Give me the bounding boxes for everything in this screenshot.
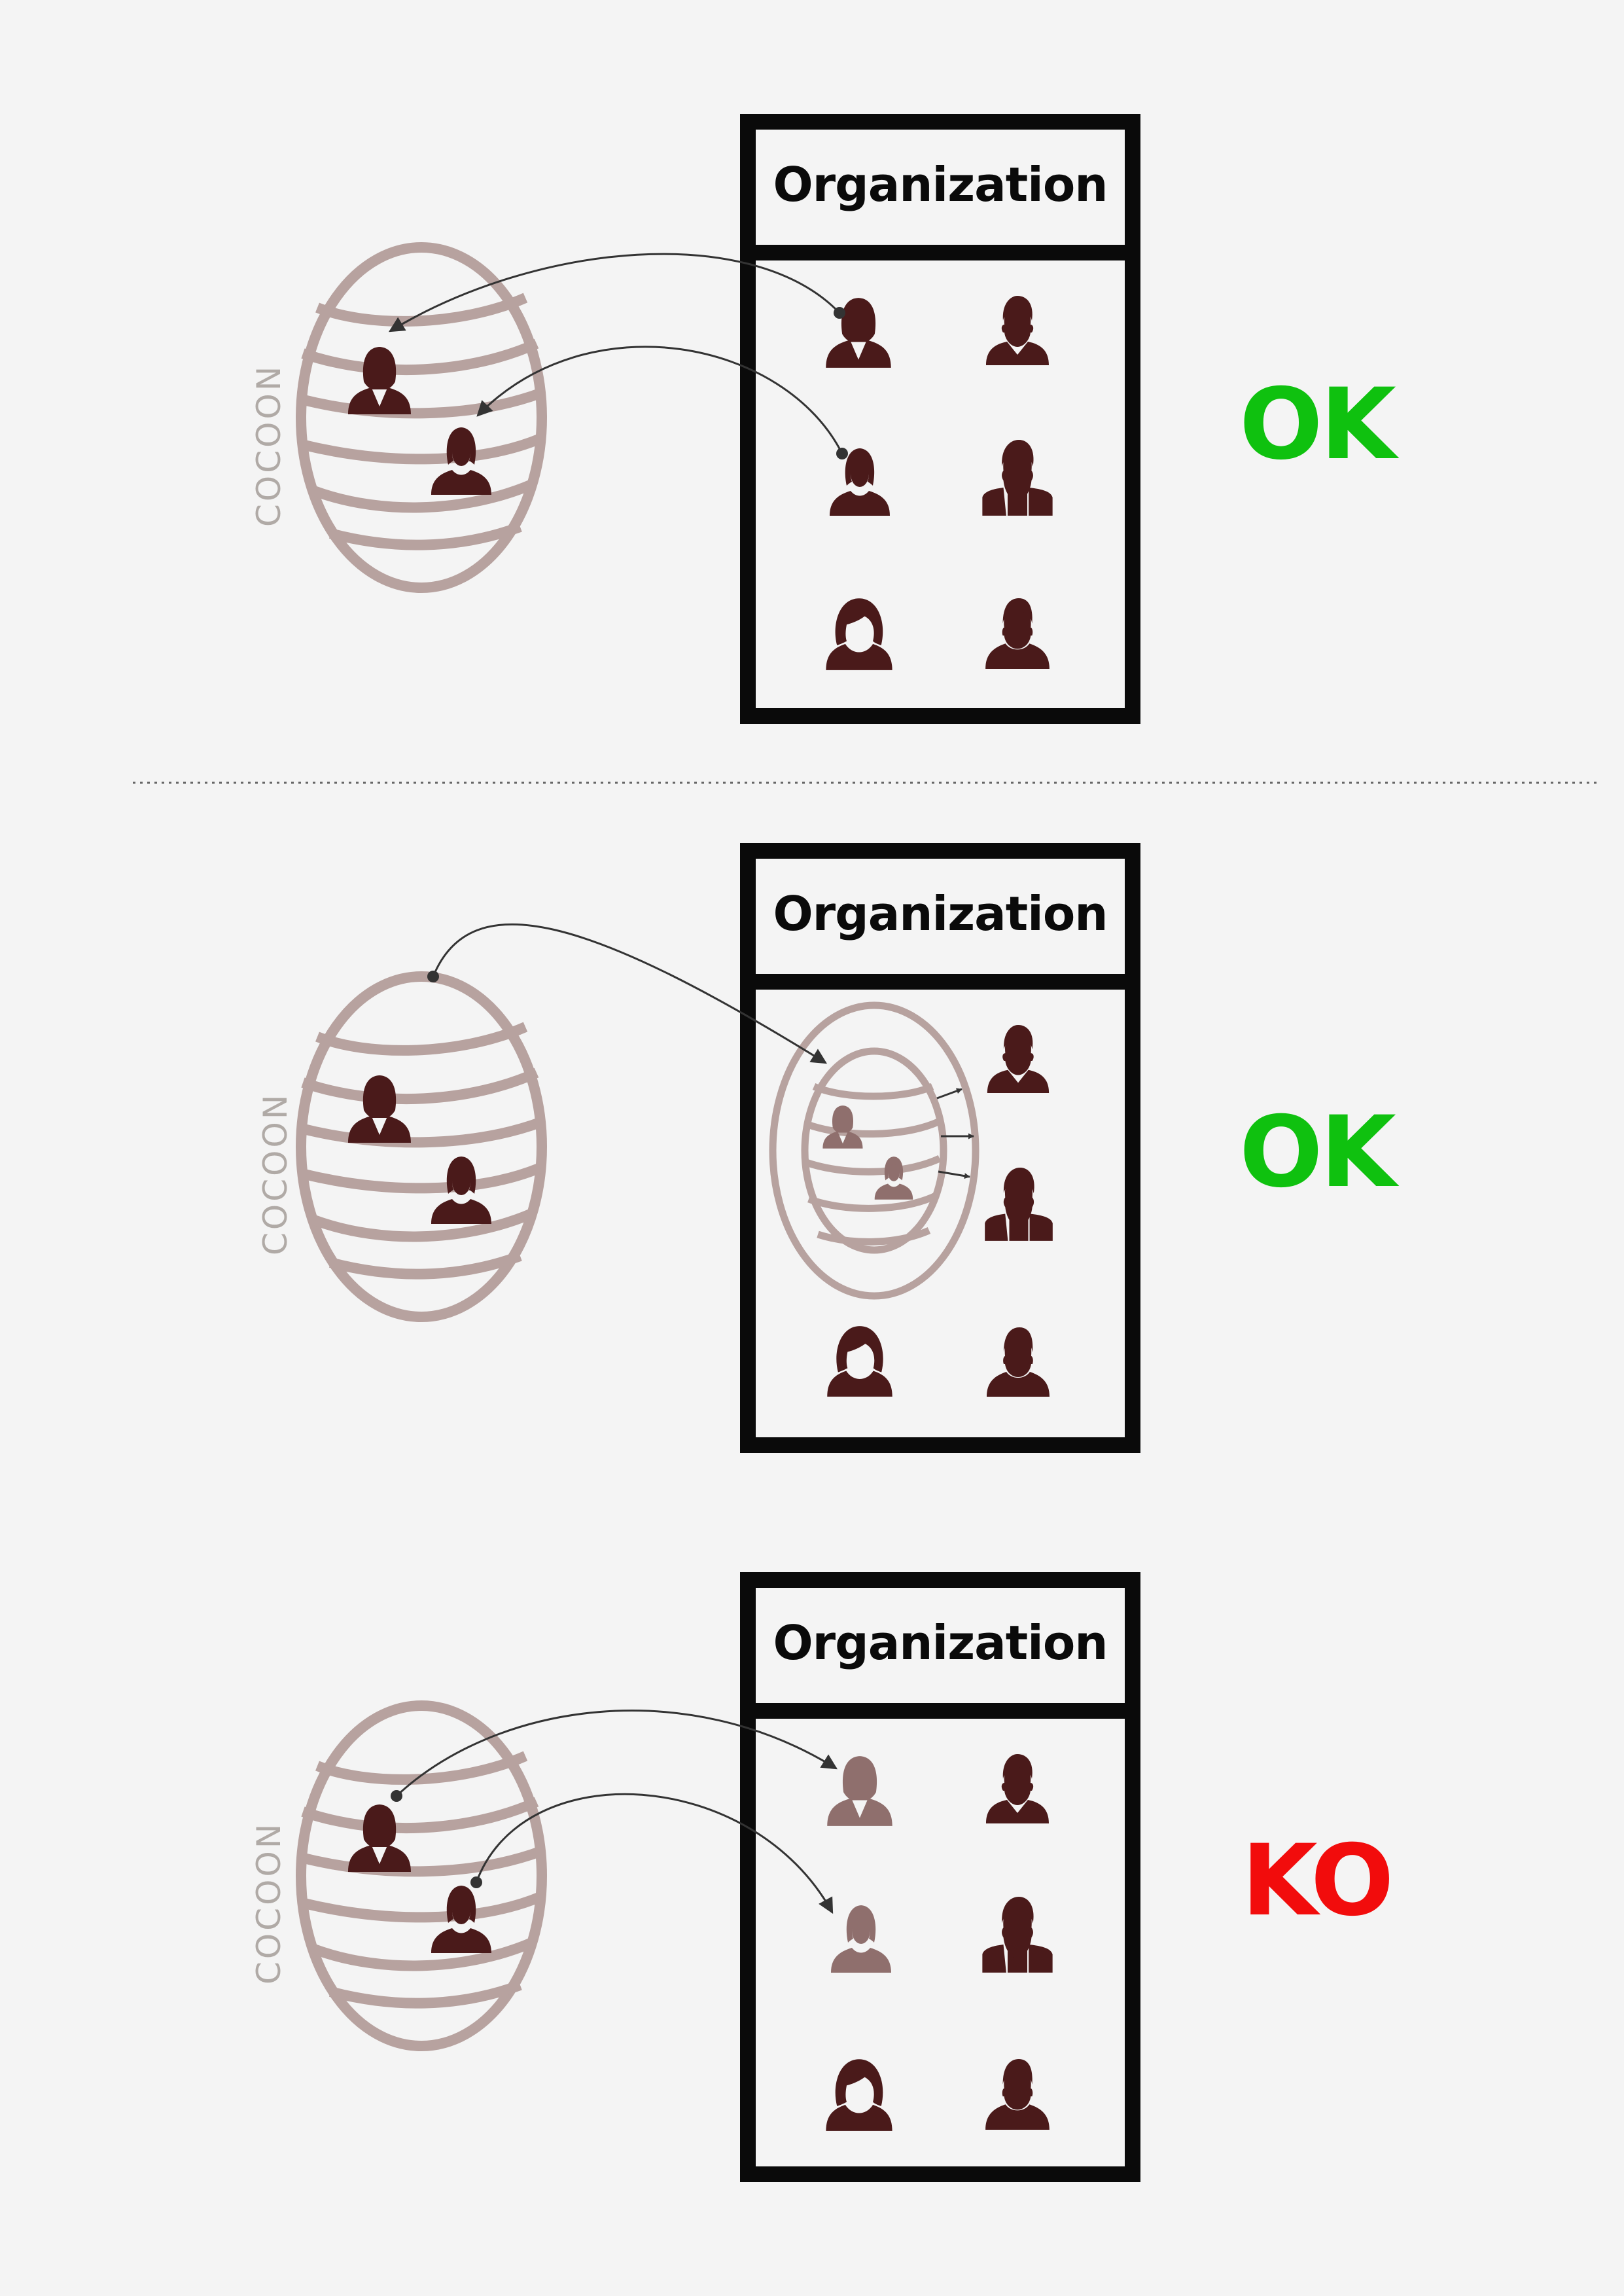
connector-dot [470,1876,482,1888]
connector-dot [391,1790,402,1802]
bearded-person-icon [982,1897,1053,1973]
female-person-icon [827,1326,892,1397]
bearded-person-icon [982,440,1053,516]
organization-title: Organization [773,157,1107,212]
female-person-icon [827,1756,892,1826]
female-person-icon [826,598,892,670]
cocoon-label: COCOON [256,1092,294,1255]
male-person-icon [987,1327,1050,1397]
male-person-icon [985,598,1050,669]
cocoon [296,971,547,1322]
verdict-label: KO [1241,1824,1391,1938]
female-person-icon [348,1075,411,1143]
bearded-person-icon [985,1168,1053,1241]
female-person-icon [348,1804,411,1872]
female-person-icon [826,2059,892,2131]
connector-dot [836,448,848,459]
connector-dot [427,971,439,982]
cocoon [296,242,547,593]
male-person-icon [987,1024,1050,1094]
verdict-label: OK [1239,1096,1400,1210]
cocoon-organization-diagram: COCOON Organization OK COCOON Organizati… [133,114,1597,2182]
cocoon-label: COCOON [250,364,288,527]
organization-title: Organization [773,1615,1107,1670]
male-person-icon [986,296,1049,365]
organization-title: Organization [773,886,1107,941]
verdict-label: OK [1239,368,1400,482]
female-person-icon [348,347,411,414]
connector-dot [834,307,845,319]
male-person-icon [986,1754,1049,1823]
female-person-icon [874,1157,913,1200]
female-person-icon [830,448,890,516]
panel-3: COCOON Organization KO [250,1572,1394,2182]
cocoon [296,1700,547,2051]
male-person-icon [985,2059,1050,2130]
panel-2: COCOON Organization OK [256,843,1402,1453]
cocoon-label: COCOON [250,1821,288,1984]
connector-arrows [395,1710,838,1914]
connector-arrows [388,253,843,454]
organization-frame: Organization [740,1572,1140,2182]
organization-frame: Organization [740,114,1140,724]
panel-1: COCOON Organization OK [250,114,1402,724]
female-person-icon [831,1905,891,1973]
